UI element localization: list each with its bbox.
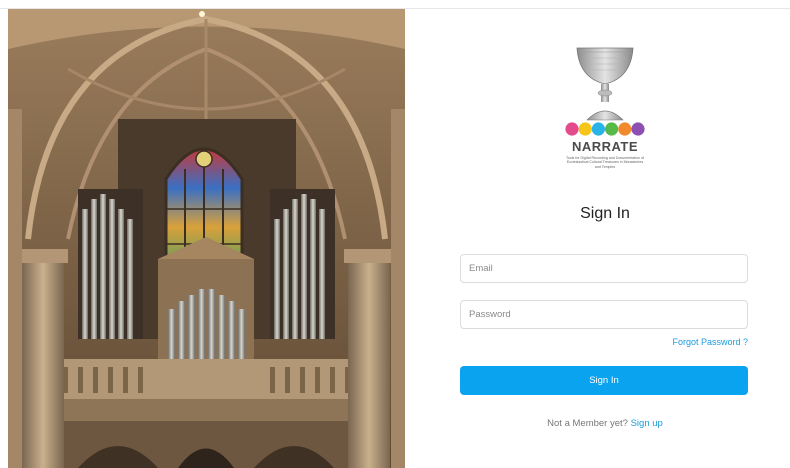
password-field[interactable]: [460, 300, 748, 329]
member-text: Not a Member yet?: [547, 418, 628, 429]
cathedral-organ-photo: [8, 9, 405, 468]
sign-up-link[interactable]: Sign up: [631, 418, 663, 429]
hero-image: [8, 9, 405, 468]
logo-dot: [618, 122, 632, 136]
chalice-icon: [576, 47, 634, 121]
login-page: NARRATE Tools for Digital Recording and …: [0, 0, 790, 468]
logo-dot: [605, 122, 619, 136]
page-title: Sign In: [580, 205, 630, 222]
brand-tagline: Tools for Digital Recording and Document…: [565, 156, 645, 169]
email-field[interactable]: [460, 254, 748, 283]
signup-prompt: Not a Member yet? Sign up: [405, 418, 790, 429]
logo-dot: [565, 122, 579, 136]
forgot-password-link[interactable]: Forgot Password ?: [648, 337, 748, 347]
logo-dot: [578, 122, 592, 136]
logo-dot: [631, 122, 645, 136]
color-dots-icon: [565, 122, 645, 136]
brand-name: NARRATE: [571, 139, 639, 154]
signin-panel: NARRATE Tools for Digital Recording and …: [405, 9, 790, 468]
logo-dot: [591, 122, 605, 136]
sign-in-button[interactable]: Sign In: [460, 366, 748, 395]
